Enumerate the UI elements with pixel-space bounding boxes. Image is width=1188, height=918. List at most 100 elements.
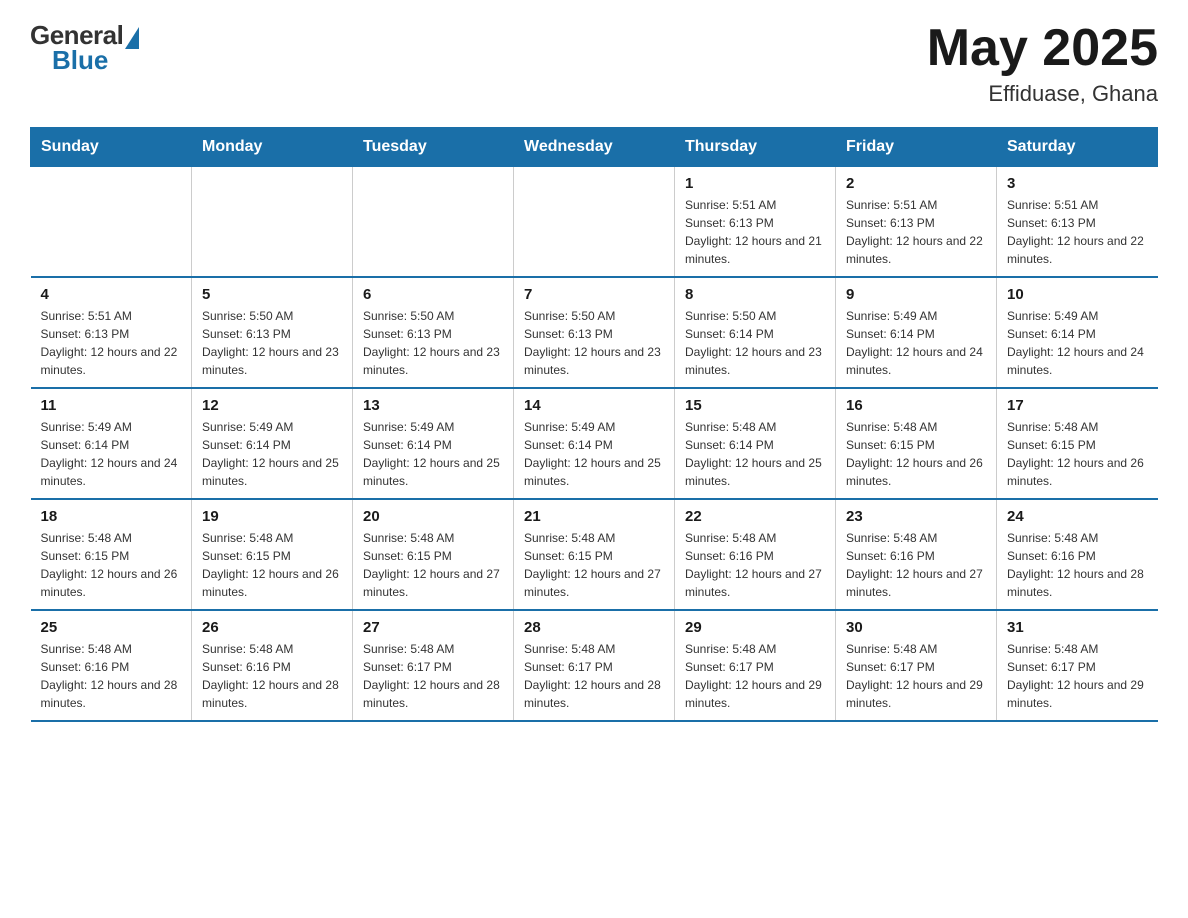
day-info: Sunrise: 5:51 AM Sunset: 6:13 PM Dayligh… bbox=[41, 307, 182, 379]
day-number: 20 bbox=[363, 508, 503, 525]
table-row: 16 Sunrise: 5:48 AM Sunset: 6:15 PM Dayli… bbox=[836, 388, 997, 499]
day-info: Sunrise: 5:50 AM Sunset: 6:13 PM Dayligh… bbox=[524, 307, 664, 379]
table-row: 26Sunrise: 5:48 AM Sunset: 6:16 PM Dayli… bbox=[192, 610, 353, 721]
table-row bbox=[192, 167, 353, 278]
day-info: Sunrise: 5:48 AM Sunset: 6:15 PM Dayligh… bbox=[202, 529, 342, 601]
day-number: 26 bbox=[202, 619, 342, 636]
day-number: 7 bbox=[524, 286, 664, 303]
table-row: 29 Sunrise: 5:48 AM Sunset: 6:17 PM Dayli… bbox=[675, 610, 836, 721]
table-row: 7 Sunrise: 5:50 AM Sunset: 6:13 PM Daylig… bbox=[514, 277, 675, 388]
calendar-week-row: 4 Sunrise: 5:51 AM Sunset: 6:13 PM Daylig… bbox=[31, 277, 1158, 388]
day-number: 10 bbox=[1007, 286, 1148, 303]
day-info: Sunrise: 5:50 AM Sunset: 6:14 PM Dayligh… bbox=[685, 307, 825, 379]
table-row bbox=[514, 167, 675, 278]
table-row: 24 Sunrise: 5:48 AM Sunset: 6:16 PM Dayli… bbox=[997, 499, 1158, 610]
day-number: 27 bbox=[363, 619, 503, 636]
table-row: 28 Sunrise: 5:48 AM Sunset: 6:17 PM Dayli… bbox=[514, 610, 675, 721]
header-thursday: Thursday bbox=[675, 128, 836, 167]
day-number: 2 bbox=[846, 175, 986, 192]
location-subtitle: Effiduase, Ghana bbox=[927, 81, 1158, 107]
table-row: 12 Sunrise: 5:49 AM Sunset: 6:14 PM Dayli… bbox=[192, 388, 353, 499]
table-row: 27 Sunrise: 5:48 AM Sunset: 6:17 PM Dayli… bbox=[353, 610, 514, 721]
calendar-table: Sunday Monday Tuesday Wednesday Thursday… bbox=[30, 127, 1158, 722]
day-number: 12 bbox=[202, 397, 342, 414]
calendar-week-row: 18Sunrise: 5:48 AM Sunset: 6:15 PM Dayli… bbox=[31, 499, 1158, 610]
header-tuesday: Tuesday bbox=[353, 128, 514, 167]
day-info: Sunrise: 5:48 AM Sunset: 6:15 PM Dayligh… bbox=[41, 529, 182, 601]
day-number: 17 bbox=[1007, 397, 1148, 414]
table-row: 9Sunrise: 5:49 AM Sunset: 6:14 PM Daylig… bbox=[836, 277, 997, 388]
day-info: Sunrise: 5:48 AM Sunset: 6:15 PM Dayligh… bbox=[524, 529, 664, 601]
month-year-title: May 2025 bbox=[927, 20, 1158, 77]
day-info: Sunrise: 5:51 AM Sunset: 6:13 PM Dayligh… bbox=[846, 196, 986, 268]
table-row: 4 Sunrise: 5:51 AM Sunset: 6:13 PM Daylig… bbox=[31, 277, 192, 388]
day-number: 15 bbox=[685, 397, 825, 414]
logo-blue-text: Blue bbox=[50, 45, 108, 76]
day-number: 14 bbox=[524, 397, 664, 414]
header-sunday: Sunday bbox=[31, 128, 192, 167]
table-row: 15 Sunrise: 5:48 AM Sunset: 6:14 PM Dayli… bbox=[675, 388, 836, 499]
table-row: 3Sunrise: 5:51 AM Sunset: 6:13 PM Daylig… bbox=[997, 167, 1158, 278]
day-info: Sunrise: 5:48 AM Sunset: 6:16 PM Dayligh… bbox=[685, 529, 825, 601]
day-number: 24 bbox=[1007, 508, 1148, 525]
day-number: 5 bbox=[202, 286, 342, 303]
calendar-header-row: Sunday Monday Tuesday Wednesday Thursday… bbox=[31, 128, 1158, 167]
day-info: Sunrise: 5:48 AM Sunset: 6:15 PM Dayligh… bbox=[846, 418, 986, 490]
day-info: Sunrise: 5:50 AM Sunset: 6:13 PM Dayligh… bbox=[363, 307, 503, 379]
table-row: 14Sunrise: 5:49 AM Sunset: 6:14 PM Dayli… bbox=[514, 388, 675, 499]
day-number: 13 bbox=[363, 397, 503, 414]
day-info: Sunrise: 5:49 AM Sunset: 6:14 PM Dayligh… bbox=[202, 418, 342, 490]
day-number: 16 bbox=[846, 397, 986, 414]
logo: General Blue bbox=[30, 20, 139, 76]
header-wednesday: Wednesday bbox=[514, 128, 675, 167]
day-info: Sunrise: 5:48 AM Sunset: 6:17 PM Dayligh… bbox=[685, 640, 825, 712]
day-info: Sunrise: 5:49 AM Sunset: 6:14 PM Dayligh… bbox=[1007, 307, 1148, 379]
day-info: Sunrise: 5:49 AM Sunset: 6:14 PM Dayligh… bbox=[846, 307, 986, 379]
table-row: 2 Sunrise: 5:51 AM Sunset: 6:13 PM Daylig… bbox=[836, 167, 997, 278]
table-row bbox=[353, 167, 514, 278]
page-header: General Blue May 2025 Effiduase, Ghana bbox=[30, 20, 1158, 107]
day-info: Sunrise: 5:48 AM Sunset: 6:17 PM Dayligh… bbox=[1007, 640, 1148, 712]
day-info: Sunrise: 5:49 AM Sunset: 6:14 PM Dayligh… bbox=[363, 418, 503, 490]
calendar-week-row: 1 Sunrise: 5:51 AM Sunset: 6:13 PM Daylig… bbox=[31, 167, 1158, 278]
day-number: 3 bbox=[1007, 175, 1148, 192]
day-number: 1 bbox=[685, 175, 825, 192]
table-row: 23 Sunrise: 5:48 AM Sunset: 6:16 PM Dayli… bbox=[836, 499, 997, 610]
table-row: 11Sunrise: 5:49 AM Sunset: 6:14 PM Dayli… bbox=[31, 388, 192, 499]
day-info: Sunrise: 5:48 AM Sunset: 6:17 PM Dayligh… bbox=[363, 640, 503, 712]
table-row bbox=[31, 167, 192, 278]
table-row: 30Sunrise: 5:48 AM Sunset: 6:17 PM Dayli… bbox=[836, 610, 997, 721]
day-info: Sunrise: 5:48 AM Sunset: 6:14 PM Dayligh… bbox=[685, 418, 825, 490]
day-number: 22 bbox=[685, 508, 825, 525]
logo-triangle-icon bbox=[125, 27, 139, 49]
day-number: 8 bbox=[685, 286, 825, 303]
table-row: 8 Sunrise: 5:50 AM Sunset: 6:14 PM Daylig… bbox=[675, 277, 836, 388]
day-info: Sunrise: 5:51 AM Sunset: 6:13 PM Dayligh… bbox=[685, 196, 825, 268]
table-row: 22 Sunrise: 5:48 AM Sunset: 6:16 PM Dayli… bbox=[675, 499, 836, 610]
header-friday: Friday bbox=[836, 128, 997, 167]
day-number: 29 bbox=[685, 619, 825, 636]
table-row: 31 Sunrise: 5:48 AM Sunset: 6:17 PM Dayli… bbox=[997, 610, 1158, 721]
day-info: Sunrise: 5:48 AM Sunset: 6:15 PM Dayligh… bbox=[363, 529, 503, 601]
day-number: 25 bbox=[41, 619, 182, 636]
day-info: Sunrise: 5:48 AM Sunset: 6:15 PM Dayligh… bbox=[1007, 418, 1148, 490]
day-info: Sunrise: 5:48 AM Sunset: 6:16 PM Dayligh… bbox=[41, 640, 182, 712]
day-number: 19 bbox=[202, 508, 342, 525]
day-info: Sunrise: 5:48 AM Sunset: 6:16 PM Dayligh… bbox=[846, 529, 986, 601]
day-number: 28 bbox=[524, 619, 664, 636]
header-monday: Monday bbox=[192, 128, 353, 167]
table-row: 6 Sunrise: 5:50 AM Sunset: 6:13 PM Daylig… bbox=[353, 277, 514, 388]
day-info: Sunrise: 5:48 AM Sunset: 6:16 PM Dayligh… bbox=[1007, 529, 1148, 601]
table-row: 1 Sunrise: 5:51 AM Sunset: 6:13 PM Daylig… bbox=[675, 167, 836, 278]
day-number: 31 bbox=[1007, 619, 1148, 636]
table-row: 20 Sunrise: 5:48 AM Sunset: 6:15 PM Dayli… bbox=[353, 499, 514, 610]
day-number: 6 bbox=[363, 286, 503, 303]
calendar-week-row: 11 Sunrise: 5:49 AM Sunset: 6:14 PM Dayli… bbox=[31, 388, 1158, 499]
table-row: 21Sunrise: 5:48 AM Sunset: 6:15 PM Dayli… bbox=[514, 499, 675, 610]
table-row: 25 Sunrise: 5:48 AM Sunset: 6:16 PM Dayli… bbox=[31, 610, 192, 721]
day-number: 23 bbox=[846, 508, 986, 525]
day-number: 11 bbox=[41, 397, 182, 414]
table-row: 10 Sunrise: 5:49 AM Sunset: 6:14 PM Dayli… bbox=[997, 277, 1158, 388]
day-number: 4 bbox=[41, 286, 182, 303]
day-info: Sunrise: 5:48 AM Sunset: 6:17 PM Dayligh… bbox=[524, 640, 664, 712]
